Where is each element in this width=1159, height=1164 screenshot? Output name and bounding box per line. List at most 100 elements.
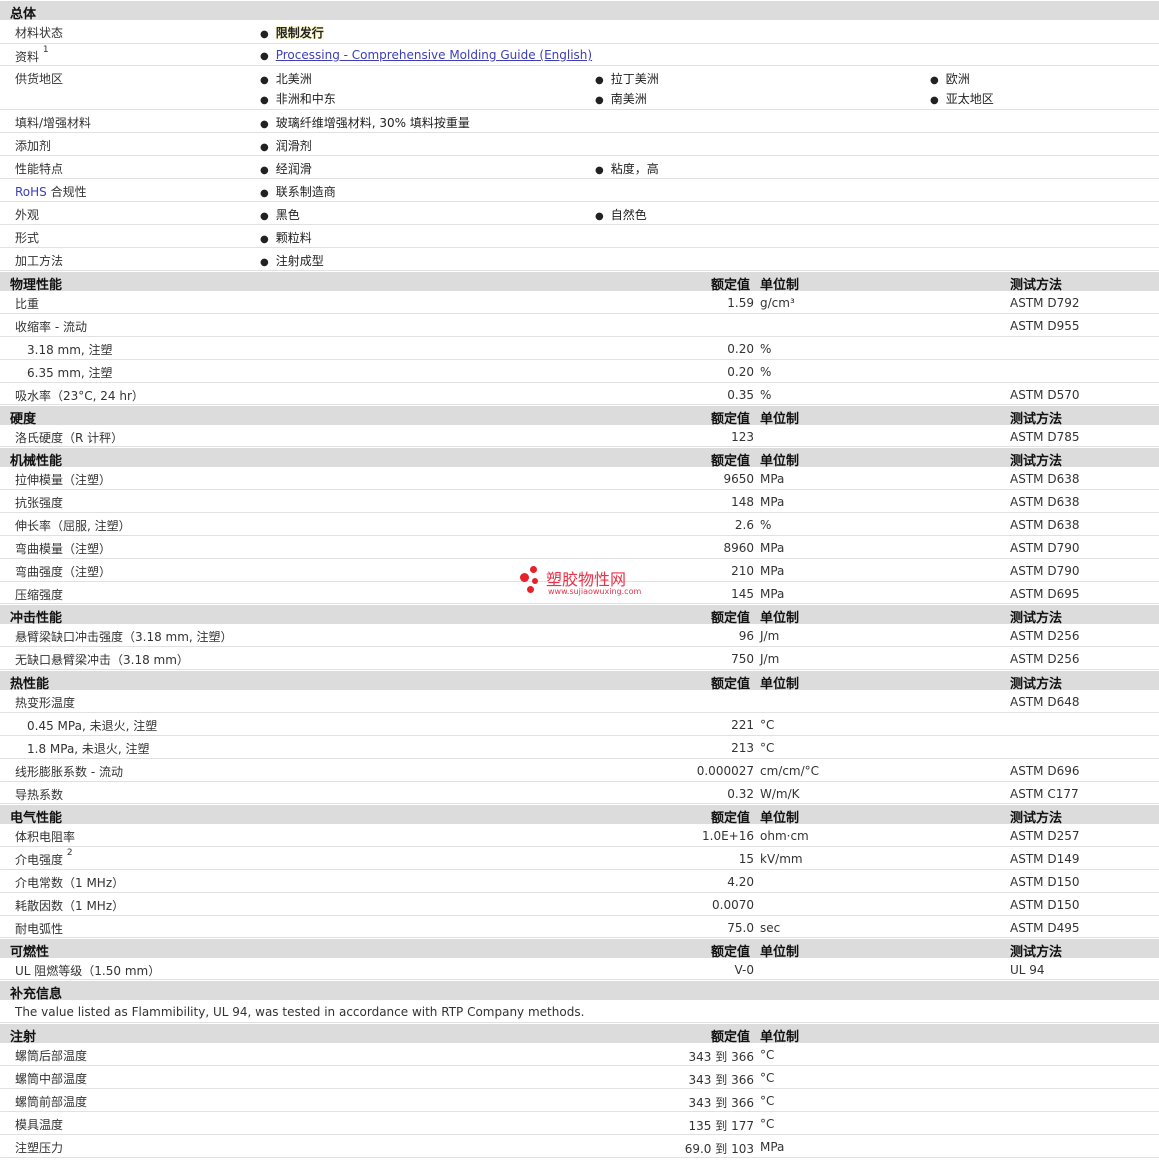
section-header-hardness: 硬度 额定值 单位制 测试方法 [0, 405, 1159, 427]
property-value: 8960 [723, 541, 754, 555]
section-header-flammability: 可燃性 额定值 单位制 测试方法 [0, 938, 1159, 960]
property-value: 0.0070 [712, 898, 754, 912]
row-rohs: RoHS 合规性 ● 联系制造商 [0, 179, 1159, 202]
property-label: 体积电阻率 [15, 828, 75, 845]
row-label: 外观 [15, 208, 40, 222]
row-label: 加工方法 [15, 254, 64, 268]
property-row: 6.35 mm, 注塑 0.20% [0, 360, 1159, 383]
test-method: ASTM D150 [1010, 875, 1080, 889]
property-unit: MPa [760, 495, 785, 509]
range-max: 366 [731, 1073, 754, 1087]
range-to: 到 [715, 1073, 728, 1087]
property-row: 注塑压力 69.0 到 103 MPa [0, 1135, 1159, 1158]
property-label-text: 3.18 mm, 注塑 [27, 343, 113, 357]
property-unit: % [760, 365, 772, 379]
property-label-text: 1.8 MPa, 未退火, 注塑 [27, 742, 150, 756]
test-method: ASTM D570 [1010, 388, 1080, 402]
property-sections: 物理性能 额定值 单位制 测试方法 比重 1.59 g/cm³ ASTM D792 收缩率 - … [0, 271, 1159, 1158]
property-label: 线形膨胀系数 - 流动 [15, 763, 123, 780]
property-value: 221 [731, 718, 754, 732]
test-method: ASTM D790 [1010, 541, 1080, 555]
property-unit: °C [760, 1048, 775, 1062]
property-label-text: 拉伸模量（注塑） [15, 473, 112, 487]
bullet-icon: ● [260, 234, 269, 245]
property-row: 比重 1.59 g/cm³ ASTM D792 [0, 291, 1159, 314]
test-method: ASTM D695 [1010, 587, 1080, 601]
feature-item: 粘度，高 [610, 162, 659, 176]
rohs-value: 联系制造商 [275, 185, 336, 199]
property-row: 吸水率（23°C, 24 hr） 0.35% ASTM D570 [0, 383, 1159, 405]
property-unit: MPa [760, 1140, 785, 1154]
row-process: 加工方法 ● 注射成型 [0, 248, 1159, 271]
property-value: 1.59 [727, 296, 754, 310]
property-unit: ohm·cm [760, 829, 809, 843]
property-row: 螺筒中部温度 343 到 366 °C [0, 1066, 1159, 1089]
property-label: 抗张强度 [15, 494, 63, 511]
property-row: 介电常数（1 MHz） 4.20 ASTM D150 [0, 870, 1159, 893]
section-header-injection: 注射 额定值 单位制 [0, 1023, 1159, 1045]
property-row: 伸长率（屈服, 注塑） 2.6% ASTM D638 [0, 513, 1159, 536]
property-label-text: 伸长率（屈服, 注塑） [15, 519, 131, 533]
region-item: 亚太地区 [945, 92, 994, 106]
property-row: 耐电弧性 75.0 sec ASTM D495 [0, 916, 1159, 938]
property-label: 螺筒中部温度 [15, 1072, 88, 1086]
property-value-range: 343 到 366 [689, 1094, 754, 1111]
property-label-text: 洛氏硬度（R 计秤） [15, 431, 124, 445]
property-label: 3.18 mm, 注塑 [27, 341, 113, 358]
logo-dot-icon [527, 586, 534, 593]
property-label-text: 无缺口悬臂梁冲击（3.18 mm） [15, 653, 189, 667]
property-value-range: 135 到 177 [689, 1117, 754, 1134]
property-value: 750 [731, 652, 754, 666]
bullet-icon: ● [595, 75, 604, 86]
property-label: 比重 [15, 295, 39, 312]
property-value: 9650 [723, 472, 754, 486]
property-label-text: 热变形温度 [15, 696, 76, 710]
property-label-text: 耗散因数（1 MHz） [15, 899, 125, 913]
row-features: 性能特点 ● 经润滑 ● 粘度，高 [0, 156, 1159, 179]
document-link[interactable]: Processing - Comprehensive Molding Guide… [276, 48, 592, 62]
property-label-text: 比重 [15, 297, 40, 311]
row-label: 性能特点 [15, 162, 64, 176]
bullet-icon: ● [260, 95, 269, 106]
property-label: 无缺口悬臂梁冲击（3.18 mm） [15, 651, 189, 668]
property-label-text: 6.35 mm, 注塑 [27, 366, 113, 380]
property-label: 热变形温度 [15, 694, 75, 711]
property-row: 线形膨胀系数 - 流动 0.000027 cm/cm/°C ASTM D696 [0, 759, 1159, 782]
property-unit: MPa [760, 472, 785, 486]
test-method: ASTM D790 [1010, 564, 1080, 578]
property-label: 伸长率（屈服, 注塑） [15, 517, 131, 534]
row-filler: 填料/增强材料 ● 玻璃纤维增强材料, 30% 填料按重量 [0, 110, 1159, 133]
bullet-icon: ● [930, 95, 939, 106]
appearance-item: 黑色 [275, 208, 300, 222]
property-label: 螺筒前部温度 [15, 1095, 88, 1109]
property-unit: °C [760, 741, 775, 755]
property-label: 弯曲强度（注塑） [15, 563, 111, 580]
status-value: 限制发行 [275, 26, 324, 40]
supplement-note-row: The value listed as Flammibility, UL 94,… [0, 1000, 1159, 1023]
bullet-icon: ● [260, 188, 269, 199]
region-item: 南美洲 [610, 92, 647, 106]
property-label: 螺筒后部温度 [15, 1049, 88, 1063]
property-value-range: 343 到 366 [689, 1048, 754, 1065]
range-min: 343 [688, 1073, 712, 1087]
property-unit: % [760, 518, 772, 532]
property-unit: MPa [760, 564, 785, 578]
property-label: 1.8 MPa, 未退火, 注塑 [27, 740, 150, 757]
test-method: ASTM D256 [1010, 652, 1080, 666]
property-label-text: 悬臂梁缺口冲击强度（3.18 mm, 注塑） [15, 630, 233, 644]
row-availability: 供货地区 ● 北美洲 ● 拉丁美洲 ● 欧洲 ● 非洲和中东 ● 南美洲 ● 亚太地区 [0, 66, 1159, 110]
test-method: ASTM D648 [1010, 695, 1080, 709]
property-label-text: 耐电弧性 [15, 922, 64, 936]
property-value: 123 [731, 430, 754, 444]
bullet-icon: ● [595, 165, 604, 176]
property-row: 介电强度 2 15 kV/mm ASTM D149 [0, 847, 1159, 870]
row-documents: 资料 1 ● Processing - Comprehensive Molding… [0, 44, 1159, 66]
property-row: 导热系数 0.32 W/m/K ASTM C177 [0, 782, 1159, 804]
row-label: 材料状态 [15, 26, 64, 40]
property-unit: °C [760, 718, 775, 732]
property-label: 弯曲模量（注塑） [15, 540, 111, 557]
test-method: ASTM D149 [1010, 852, 1080, 866]
property-label: 洛氏硬度（R 计秤） [15, 429, 123, 446]
row-label: 供货地区 [15, 72, 64, 86]
bullet-icon: ● [595, 95, 604, 106]
